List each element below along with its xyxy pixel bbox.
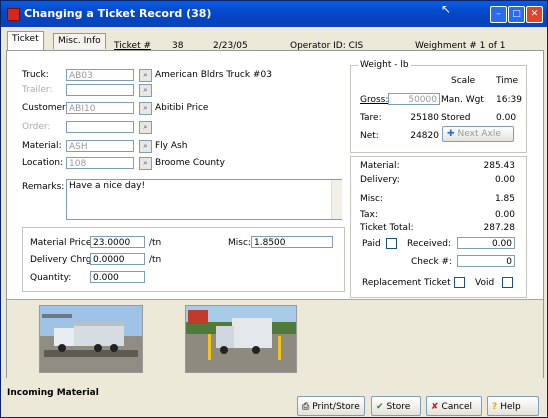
quantity-field[interactable]: 0.000 <box>90 271 145 283</box>
window-title: Changing a Ticket Record (38) <box>24 7 212 20</box>
application-window: Changing a Ticket Record (38) ↖ – □ ✕ Ti… <box>0 0 548 418</box>
total-material-label: Material: <box>360 161 400 171</box>
minimize-button[interactable]: – <box>490 6 507 23</box>
ticket-total-label: Ticket Total: <box>360 223 414 233</box>
status-text: Incoming Material <box>7 388 99 398</box>
printer-icon: ⎙ <box>302 402 310 412</box>
tare-label: Tare: <box>360 113 382 123</box>
truck-description: American Bldrs Truck #03 <box>155 70 272 80</box>
title-bar: Changing a Ticket Record (38) ↖ – □ ✕ <box>1 1 547 27</box>
material-lookup-button[interactable]: ⌕ <box>139 140 152 153</box>
tab-ticket[interactable]: Ticket <box>7 31 44 50</box>
customer-field[interactable]: ABI10 <box>66 102 134 114</box>
truck-photo-scale-2[interactable] <box>185 305 297 373</box>
order-label: Order: <box>22 122 51 132</box>
weight-group-title: Weight - lb <box>358 60 411 70</box>
check-number-field[interactable]: 0 <box>457 255 515 267</box>
material-price-label: Material Price <box>30 238 92 248</box>
location-lookup-button[interactable]: ⌕ <box>139 157 152 170</box>
material-label: Material: <box>22 141 62 151</box>
tare-time: 0.00 <box>496 113 517 123</box>
received-label: Received: <box>407 239 451 249</box>
total-material-amount: 285.43 <box>483 161 516 171</box>
location-description: Broome County <box>155 158 225 168</box>
gross-time: 16:39 <box>496 95 522 105</box>
material-field[interactable]: ASH <box>66 140 134 152</box>
location-label: Location: <box>22 158 64 168</box>
tare-weight: 25180 <box>410 113 439 123</box>
quantity-label: Quantity: <box>30 273 72 283</box>
print-store-label: Print/Store <box>312 402 360 412</box>
check-number-label: Check #: <box>411 257 453 267</box>
truck-field[interactable]: AB03 <box>66 69 134 81</box>
customer-label: Customer: <box>22 103 69 113</box>
net-weight: 24820 <box>410 131 439 141</box>
paid-checkbox[interactable] <box>386 238 397 249</box>
help-label: Help <box>500 402 521 412</box>
replacement-ticket-checkbox[interactable] <box>454 277 465 288</box>
received-field[interactable]: 0.00 <box>457 237 515 249</box>
paid-label: Paid <box>362 239 381 249</box>
delivery-charge-unit: /tn <box>149 255 162 265</box>
mouse-cursor-icon: ↖ <box>441 2 452 16</box>
customer-description: Abitibi Price <box>155 103 209 113</box>
tare-scale: Stored <box>441 113 471 123</box>
tab-misc-info[interactable]: Misc. Info <box>53 33 106 49</box>
material-price-field[interactable]: 23.0000 <box>90 236 145 248</box>
add-axle-icon: ✚ <box>447 129 455 139</box>
total-misc-label: Misc: <box>360 194 383 204</box>
location-field[interactable]: 108 <box>66 157 134 169</box>
gross-label: Gross: <box>360 95 389 105</box>
total-tax-label: Tax: <box>360 210 378 220</box>
trailer-lookup-button[interactable]: ⌕ <box>139 84 152 97</box>
trailer-label: Trailer: <box>22 85 53 95</box>
ticket-tab-page: Truck: AB03 ⌕ American Bldrs Truck #03 T… <box>6 50 544 378</box>
net-label: Net: <box>360 131 379 141</box>
help-button[interactable]: ? Help <box>487 396 539 416</box>
total-delivery-label: Delivery: <box>360 175 400 185</box>
customer-lookup-button[interactable]: ⌕ <box>139 102 152 115</box>
cancel-x-icon: ✘ <box>431 402 439 412</box>
status-bar: Incoming Material ⎙ Print/Store ✔ Store ✘ C… <box>1 384 547 417</box>
remarks-label: Remarks: <box>22 182 65 192</box>
scale-header: Scale <box>451 76 476 86</box>
truck-lookup-button[interactable]: ⌕ <box>139 69 152 82</box>
delivery-charge-field[interactable]: 0.0000 <box>90 253 145 265</box>
help-question-icon: ? <box>492 402 498 412</box>
trailer-field[interactable] <box>66 84 134 96</box>
total-delivery-amount: 0.00 <box>494 175 515 185</box>
close-button[interactable]: ✕ <box>526 6 543 23</box>
cancel-label: Cancel <box>441 402 473 412</box>
delivery-charge-label: Delivery Chrg: <box>30 255 95 265</box>
total-tax-amount: 0.00 <box>494 210 515 220</box>
misc-label: Misc: <box>228 238 251 248</box>
next-axle-label: Next Axle <box>457 129 501 139</box>
app-icon <box>7 8 20 21</box>
remarks-textarea[interactable]: Have a nice day! <box>66 179 342 220</box>
void-label: Void <box>475 278 495 288</box>
print-store-button[interactable]: ⎙ Print/Store <box>297 396 365 416</box>
void-checkbox[interactable] <box>502 277 513 288</box>
cancel-button[interactable]: ✘ Cancel <box>426 396 482 416</box>
time-header: Time <box>496 76 519 86</box>
gross-weight-field[interactable]: 50000 <box>388 93 440 105</box>
ticket-total-amount: 287.28 <box>483 223 516 233</box>
remarks-scrollbar[interactable] <box>331 180 342 219</box>
material-description: Fly Ash <box>155 141 188 151</box>
checkmark-icon: ✔ <box>376 402 384 412</box>
material-price-unit: /tn <box>149 238 162 248</box>
total-misc-amount: 1.85 <box>494 194 515 204</box>
gross-scale: Man. Wgt <box>441 95 484 105</box>
store-label: Store <box>386 402 411 412</box>
order-field[interactable] <box>66 121 134 133</box>
misc-charge-field[interactable]: 1.8500 <box>251 236 333 248</box>
store-button[interactable]: ✔ Store <box>371 396 421 416</box>
truck-photo-scale-1[interactable] <box>39 305 143 373</box>
next-axle-button[interactable]: ✚ Next Axle <box>442 126 514 142</box>
replacement-ticket-label: Replacement Ticket <box>362 278 451 288</box>
maximize-button[interactable]: □ <box>508 6 525 23</box>
order-lookup-button[interactable]: ⌕ <box>139 121 152 134</box>
truck-label: Truck: <box>22 70 49 80</box>
